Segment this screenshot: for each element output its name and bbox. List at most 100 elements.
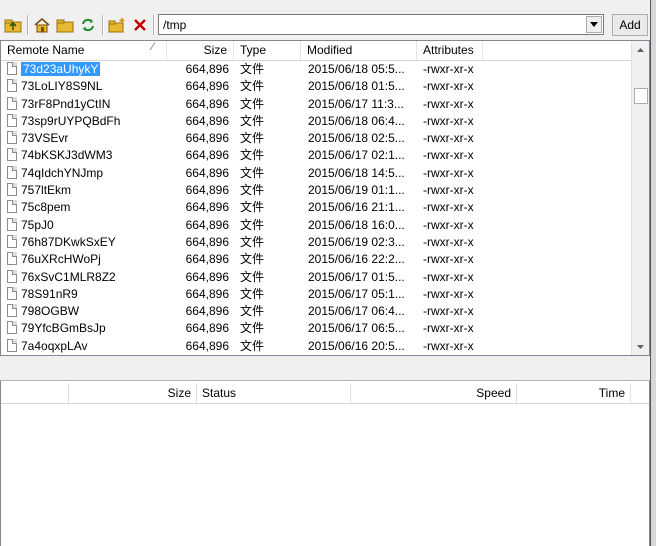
file-modified: 2015/06/18 02:5... xyxy=(308,131,405,146)
col-type[interactable]: Type xyxy=(234,41,301,60)
file-icon xyxy=(7,62,17,75)
file-modified: 2015/06/17 06:5... xyxy=(308,321,405,336)
remote-file-list[interactable]: Remote Name ⁄ Size Type Modified Attribu… xyxy=(0,40,650,356)
folder-up-icon[interactable] xyxy=(3,15,23,35)
table-row[interactable]: 73sp9rUYPQBdFh 664,896 文件 2015/06/18 06:4..… xyxy=(1,113,633,130)
home-icon[interactable] xyxy=(32,15,52,35)
combo-dropdown-button[interactable] xyxy=(586,16,602,33)
file-modified: 2015/06/16 22:2... xyxy=(308,252,405,267)
table-row[interactable]: 76h87DKwkSxEY 664,896 文件 2015/06/19 02:3...… xyxy=(1,234,633,251)
file-size: 664,896 xyxy=(185,113,229,128)
file-name: 76uXRcHWoPj xyxy=(21,252,101,267)
panel-splitter[interactable] xyxy=(0,356,650,381)
file-size: 664,896 xyxy=(185,234,229,249)
col-attributes[interactable]: Attributes xyxy=(417,41,483,60)
col-queue-speed[interactable]: Speed xyxy=(351,383,517,403)
queue-header: Size Status Speed Time xyxy=(1,383,649,404)
scroll-up-icon[interactable] xyxy=(632,41,649,58)
file-icon xyxy=(7,252,17,266)
file-type: 文件 xyxy=(240,165,265,180)
table-row[interactable]: 76xSvC1MLR8Z2 664,896 文件 2015/06/17 01:5...… xyxy=(1,269,633,286)
file-modified: 2015/06/18 01:5... xyxy=(308,79,405,94)
file-name: 73rF8Pnd1yCtIN xyxy=(21,96,111,111)
file-attributes: -rwxr-xr-x xyxy=(423,96,474,111)
file-type: 文件 xyxy=(240,269,265,284)
file-size: 664,896 xyxy=(185,200,229,215)
file-name-cell[interactable]: 79YfcBGmBsJp xyxy=(7,320,167,337)
table-row[interactable]: 75c8pem 664,896 文件 2015/06/16 21:1... -rwxr-… xyxy=(1,199,633,216)
table-row[interactable]: 73rF8Pnd1yCtIN 664,896 文件 2015/06/17 11:3..… xyxy=(1,96,633,113)
refresh-icon[interactable] xyxy=(78,15,98,35)
file-size: 664,896 xyxy=(185,62,229,76)
file-name-cell[interactable]: 74bKSKJ3dWM3 xyxy=(7,147,167,164)
scroll-thumb[interactable] xyxy=(634,88,648,104)
table-row[interactable]: 78S91nR9 664,896 文件 2015/06/17 05:1... -rwxr… xyxy=(1,286,633,303)
table-row[interactable]: 74bKSKJ3dWM3 664,896 文件 2015/06/17 02:1... -… xyxy=(1,147,633,164)
scroll-down-icon[interactable] xyxy=(632,338,649,355)
file-name-cell[interactable]: 75pJ0 xyxy=(7,217,167,234)
path-input[interactable]: /tmp xyxy=(163,18,186,32)
col-queue-status[interactable]: Status xyxy=(197,383,351,403)
file-modified: 2015/06/16 21:1... xyxy=(308,200,405,215)
file-icon xyxy=(7,113,17,127)
transfer-queue[interactable]: Size Status Speed Time xyxy=(0,381,650,546)
new-folder-icon[interactable] xyxy=(107,15,127,35)
col-remote-name[interactable]: Remote Name xyxy=(1,41,167,60)
file-name-cell[interactable]: 73d23aUhykY xyxy=(7,61,167,78)
table-row[interactable]: 73LoLIY8S9NL 664,896 文件 2015/06/18 01:5... -… xyxy=(1,78,633,95)
file-type: 文件 xyxy=(240,113,265,128)
folder-icon[interactable] xyxy=(55,15,75,35)
file-icon xyxy=(7,217,17,231)
file-type: 文件 xyxy=(240,200,265,215)
file-attributes: -rwxr-xr-x xyxy=(423,148,474,163)
path-combo[interactable]: /tmp xyxy=(158,14,604,35)
file-name: 75pJ0 xyxy=(21,217,54,232)
file-type: 文件 xyxy=(240,62,265,76)
file-icon xyxy=(7,321,17,335)
file-size: 664,896 xyxy=(185,321,229,336)
table-row[interactable]: 73d23aUhykY 664,896 文件 2015/06/18 05:5... -r… xyxy=(1,61,633,78)
col-queue-time[interactable]: Time xyxy=(517,383,631,403)
file-type: 文件 xyxy=(240,131,265,146)
file-type: 文件 xyxy=(240,148,265,163)
col-size[interactable]: Size xyxy=(167,41,234,60)
delete-icon[interactable] xyxy=(130,15,150,35)
file-name-cell[interactable]: 757ltEkm xyxy=(7,182,167,199)
col-queue-name[interactable] xyxy=(1,383,69,403)
file-name-cell[interactable]: 798OGBW xyxy=(7,303,167,320)
file-name-cell[interactable]: 78S91nR9 xyxy=(7,286,167,303)
file-name-cell[interactable]: 73LoLIY8S9NL xyxy=(7,78,167,95)
add-button[interactable]: Add xyxy=(612,14,648,36)
file-type: 文件 xyxy=(240,79,265,94)
file-name: 798OGBW xyxy=(21,304,80,319)
file-name-cell[interactable]: 76xSvC1MLR8Z2 xyxy=(7,269,167,286)
table-row[interactable]: 76uXRcHWoPj 664,896 文件 2015/06/16 22:2... -r… xyxy=(1,251,633,268)
file-attributes: -rwxr-xr-x xyxy=(423,338,474,353)
table-row[interactable]: 798OGBW 664,896 文件 2015/06/17 06:4... -rwxr-… xyxy=(1,303,633,320)
file-name: 78S91nR9 xyxy=(21,286,78,301)
file-name-cell[interactable]: 76h87DKwkSxEY xyxy=(7,234,167,251)
table-row[interactable]: 75pJ0 664,896 文件 2015/06/18 16:0... -rwxr-xr… xyxy=(1,217,633,234)
table-row[interactable]: 757ltEkm 664,896 文件 2015/06/19 01:1... -rwxr… xyxy=(1,182,633,199)
file-name-cell[interactable]: 75c8pem xyxy=(7,199,167,216)
vertical-scrollbar[interactable] xyxy=(631,41,649,355)
file-name-cell[interactable]: 76uXRcHWoPj xyxy=(7,251,167,268)
toolbar: /tmp Add xyxy=(0,0,650,40)
col-queue-size[interactable]: Size xyxy=(69,383,197,403)
file-attributes: -rwxr-xr-x xyxy=(423,234,474,249)
file-modified: 2015/06/18 06:4... xyxy=(308,113,405,128)
file-name-cell[interactable]: 73VSEvr xyxy=(7,130,167,147)
file-size: 664,896 xyxy=(185,269,229,284)
table-row[interactable]: 73VSEvr 664,896 文件 2015/06/18 02:5... -rwxr-… xyxy=(1,130,633,147)
file-attributes: -rwxr-xr-x xyxy=(423,217,474,232)
file-icon xyxy=(7,286,17,300)
file-name-cell[interactable]: 74qIdchYNJmp xyxy=(7,165,167,182)
table-row[interactable]: 74qIdchYNJmp 664,896 文件 2015/06/18 14:5... -… xyxy=(1,165,633,182)
table-row[interactable]: 7a4oqxpLAv 664,896 文件 2015/06/16 20:5... -rw… xyxy=(1,338,633,355)
file-name-cell[interactable]: 73sp9rUYPQBdFh xyxy=(7,113,167,130)
file-name-cell[interactable]: 73rF8Pnd1yCtIN xyxy=(7,96,167,113)
file-type: 文件 xyxy=(240,96,265,111)
table-row[interactable]: 79YfcBGmBsJp 664,896 文件 2015/06/17 06:5... -… xyxy=(1,320,633,337)
col-modified[interactable]: Modified xyxy=(301,41,417,60)
file-name-cell[interactable]: 7a4oqxpLAv xyxy=(7,338,167,355)
